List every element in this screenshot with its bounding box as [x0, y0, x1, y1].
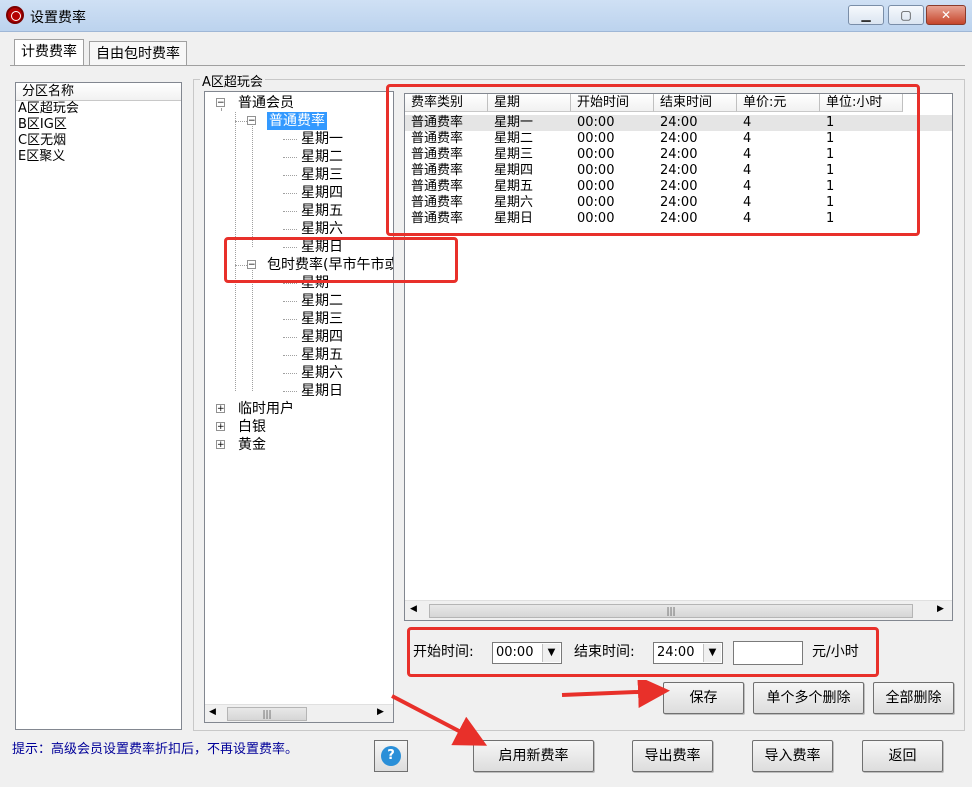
close-button[interactable]: ✕ [926, 5, 966, 25]
tree-node-day[interactable]: 星期二 [301, 292, 343, 310]
tree-node-member[interactable]: 普通会员 [238, 94, 294, 112]
expand-icon[interactable]: + [216, 422, 225, 432]
tree-node-member[interactable]: 黄金 [238, 436, 266, 454]
price-input[interactable] [733, 641, 803, 665]
tree-line [283, 193, 297, 194]
tree-line [283, 139, 297, 140]
scroll-right-icon[interactable]: ▶ [937, 604, 944, 614]
arrow-to-save-icon [561, 680, 670, 708]
minimize-button[interactable]: ▁ [848, 5, 884, 25]
chevron-down-icon[interactable]: ▼ [703, 644, 721, 662]
window-title: 设置费率 [30, 10, 86, 26]
tree-line [252, 126, 253, 247]
tree-line [221, 108, 222, 110]
tree-line [235, 121, 247, 122]
tree-line [252, 270, 253, 391]
start-time-value: 00:00 [496, 645, 534, 660]
zone-item[interactable]: A区超玩会 [18, 101, 181, 117]
tree-line [283, 301, 297, 302]
back-button[interactable]: 返回 [862, 740, 943, 772]
collapse-icon[interactable]: − [216, 98, 225, 108]
start-time-label: 开始时间: [413, 644, 474, 660]
tree-line [283, 283, 297, 284]
title-bar [0, 0, 972, 32]
end-time-label: 结束时间: [574, 644, 635, 660]
tree-node-member[interactable]: 白银 [238, 418, 266, 436]
collapse-icon[interactable]: − [247, 116, 256, 126]
tree-node-day[interactable]: 星期六 [301, 364, 343, 382]
tree-line [283, 211, 297, 212]
delete-selected-button[interactable]: 单个多个删除 [753, 682, 864, 714]
tree-line [283, 229, 297, 230]
tree-node-day[interactable]: 星期四 [301, 184, 343, 202]
expand-icon[interactable]: + [216, 440, 225, 450]
tree-scroll-thumb[interactable]: ||| [227, 707, 307, 721]
tab-free-package-rate[interactable]: 自由包时费率 [89, 41, 187, 65]
zone-item[interactable]: B区IG区 [18, 117, 181, 133]
table-h-scrollbar[interactable]: ◀ ||| ▶ [405, 600, 952, 620]
zone-list-header[interactable]: 分区名称 [16, 83, 181, 101]
annotation-arrows [391, 680, 670, 746]
app-icon [6, 6, 24, 24]
tree-node-member[interactable]: 临时用户 [238, 400, 294, 418]
highlight-table-box [386, 84, 920, 236]
highlight-form-box [407, 627, 879, 677]
zone-item[interactable]: C区无烟 [18, 133, 181, 149]
scroll-left-icon[interactable]: ◀ [410, 604, 417, 614]
tree-node-day[interactable]: 星期二 [301, 148, 343, 166]
expand-icon[interactable]: + [216, 404, 225, 414]
tree-line [283, 355, 297, 356]
tree-line [283, 391, 297, 392]
highlight-package-rate-box [224, 237, 458, 283]
unit-label: 元/小时 [812, 644, 859, 660]
maximize-button[interactable]: ▢ [888, 5, 924, 25]
scroll-left-icon[interactable]: ◀ [209, 707, 216, 717]
tree-line [283, 319, 297, 320]
tab-divider [10, 65, 965, 66]
tree-node-day[interactable]: 星期五 [301, 202, 343, 220]
tree-node-day[interactable]: 星期三 [301, 166, 343, 184]
arrow-to-enable-icon [391, 694, 488, 746]
import-rate-button[interactable]: 导入费率 [752, 740, 833, 772]
tree-node-day[interactable]: 星期五 [301, 346, 343, 364]
end-time-value: 24:00 [657, 645, 695, 660]
tab-billing-rate[interactable]: 计费费率 [14, 39, 84, 65]
groupbox-title: A区超玩会 [200, 71, 265, 90]
tree-node-day[interactable]: 星期四 [301, 328, 343, 346]
tree-line [283, 157, 297, 158]
end-time-select[interactable]: 24:00 ▼ [653, 642, 723, 664]
tree-line [283, 337, 297, 338]
tree-node-rate[interactable]: 普通费率 [267, 112, 327, 130]
tree-node-day[interactable]: 星期三 [301, 310, 343, 328]
delete-all-button[interactable]: 全部删除 [873, 682, 954, 714]
hint-text: 提示：高级会员设置费率折扣后，不再设置费率。 [12, 742, 299, 757]
member-tree[interactable]: − 普通会员 − 普通费率 星期一 星期二 星期三 星期四 星期五 星期六 星期日 − 包时费率(早市午… [204, 91, 394, 723]
tree-node-day[interactable]: 星期六 [301, 220, 343, 238]
chevron-down-icon[interactable]: ▼ [542, 644, 560, 662]
zone-item[interactable]: E区聚义 [18, 149, 181, 165]
table-scroll-thumb[interactable]: ||| [429, 604, 913, 618]
start-time-select[interactable]: 00:00 ▼ [492, 642, 562, 664]
tree-h-scrollbar[interactable]: ◀ ||| ▶ [205, 704, 393, 722]
tree-node-day[interactable]: 星期一 [301, 130, 343, 148]
zone-list[interactable]: 分区名称 A区超玩会 B区IG区 C区无烟 E区聚义 [15, 82, 182, 730]
tree-line [283, 175, 297, 176]
tree-node-day[interactable]: 星期日 [301, 382, 343, 400]
tree-line [283, 373, 297, 374]
